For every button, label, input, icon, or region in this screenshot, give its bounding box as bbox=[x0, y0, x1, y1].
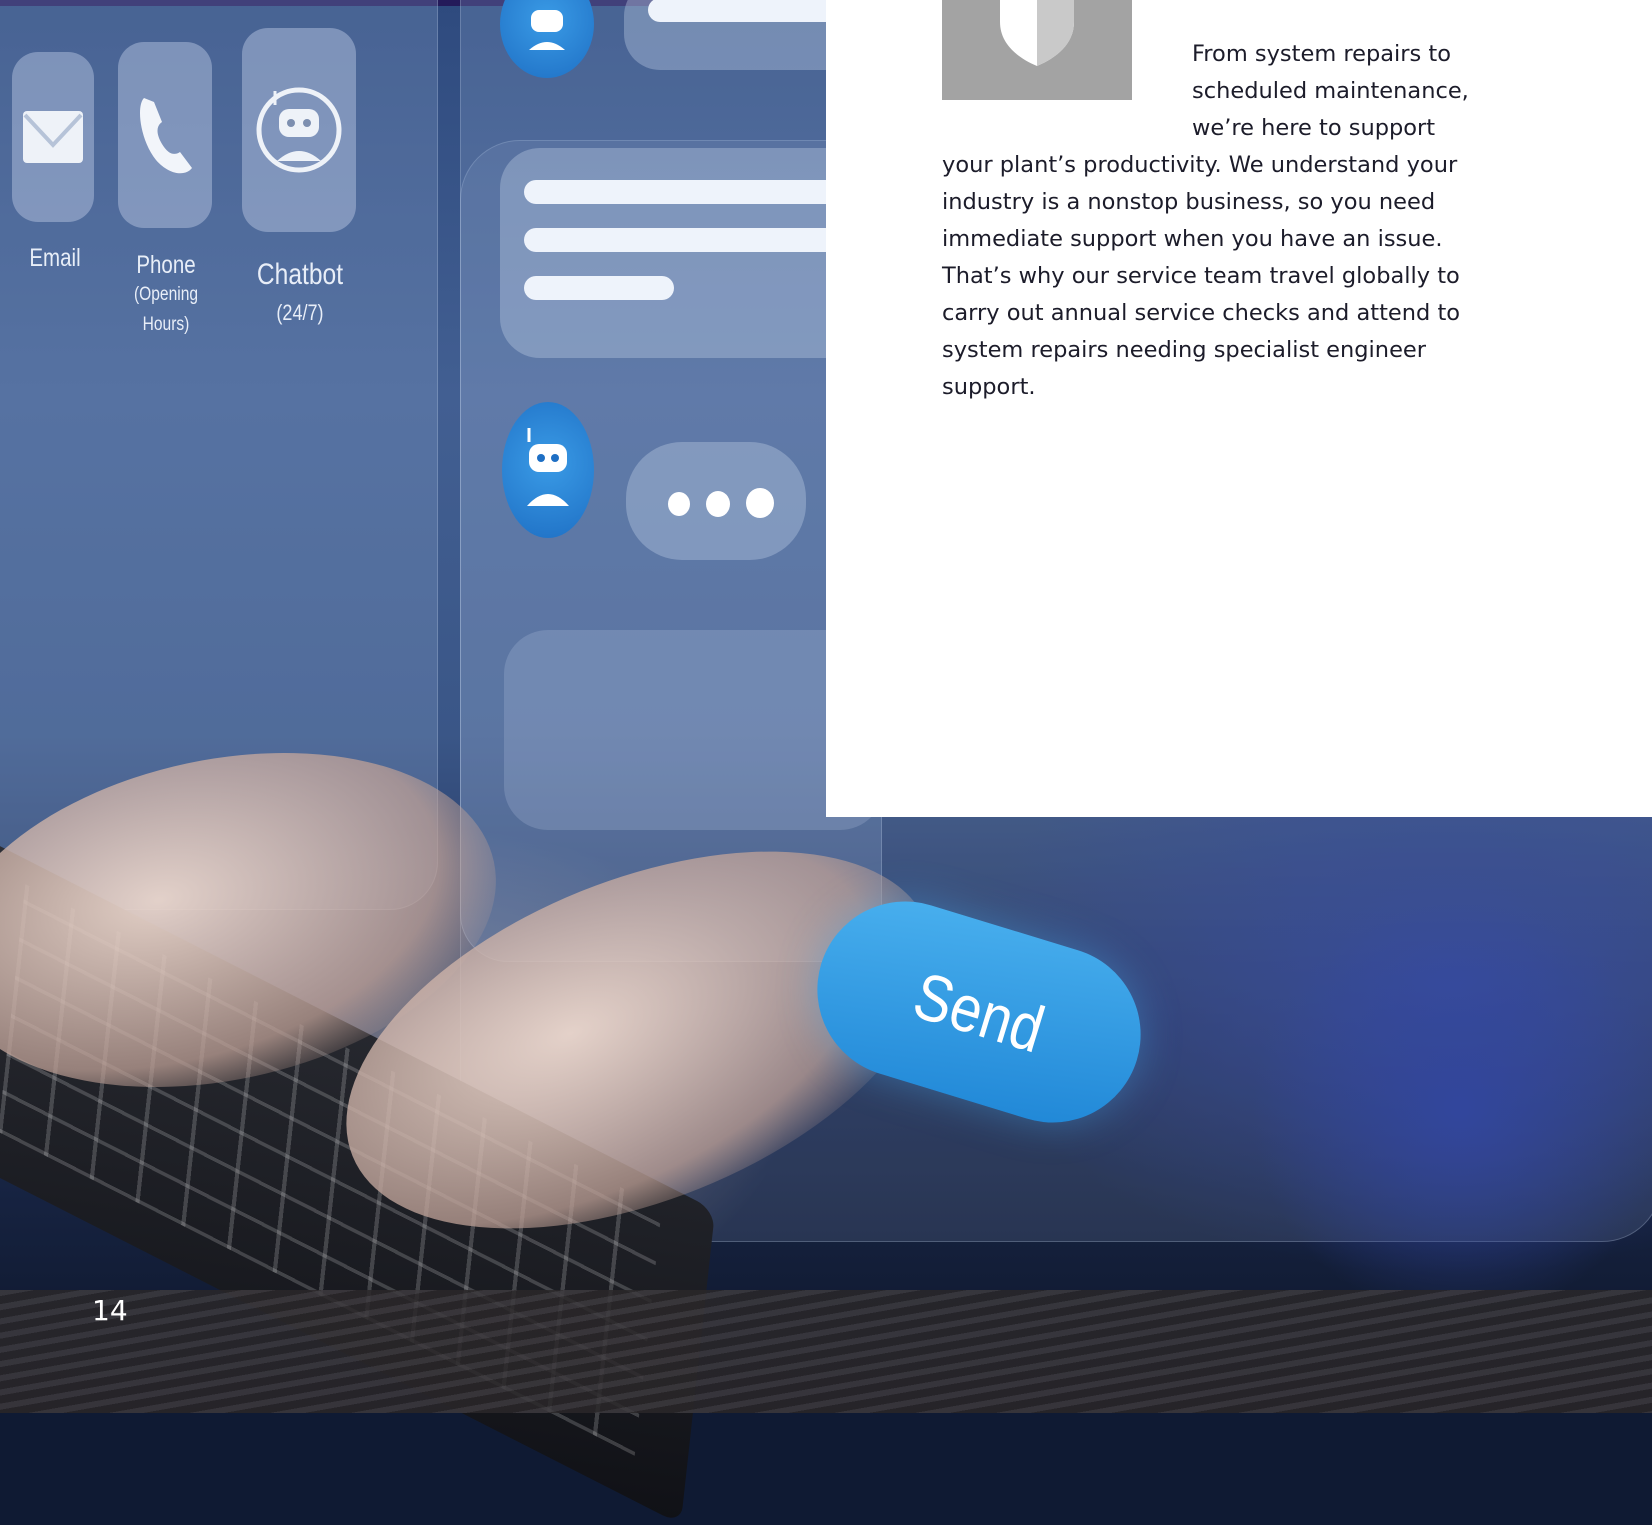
robot-icon bbox=[529, 10, 565, 50]
message-bubble bbox=[500, 148, 880, 358]
chatbot-sublabel: (24/7) bbox=[276, 300, 324, 325]
text-card: From system repairs to scheduled mainten… bbox=[826, 0, 1652, 817]
typing-dot bbox=[668, 492, 690, 516]
desk-surface bbox=[0, 1290, 1652, 1413]
message-line bbox=[524, 180, 864, 204]
phone-sublabel: (Opening Hours) bbox=[133, 284, 199, 335]
sleeve bbox=[1250, 900, 1652, 1320]
message-line bbox=[524, 276, 674, 300]
phone-tile[interactable] bbox=[118, 42, 212, 228]
typing-indicator bbox=[626, 442, 806, 560]
bot-avatar-mid bbox=[502, 402, 594, 538]
envelope-icon bbox=[23, 111, 83, 163]
robot-icon bbox=[256, 87, 342, 173]
page-number: 14 bbox=[92, 1294, 128, 1327]
email-tile[interactable] bbox=[12, 52, 94, 222]
chatbot-label-group: Chatbot (24/7) bbox=[249, 256, 351, 332]
message-line bbox=[648, 0, 848, 22]
robot-icon bbox=[527, 428, 569, 506]
body-paragraph: From system repairs to scheduled mainten… bbox=[942, 36, 1482, 406]
chatbot-label: Chatbot bbox=[256, 258, 344, 291]
typing-dot bbox=[746, 488, 774, 518]
message-line bbox=[524, 228, 864, 252]
icon-wrap-spacer bbox=[942, 36, 1192, 141]
phone-label-group: Phone (Opening Hours) bbox=[109, 250, 224, 340]
chatbot-tile[interactable] bbox=[242, 28, 356, 232]
typing-dot bbox=[706, 491, 730, 517]
phone-icon bbox=[140, 98, 192, 174]
phone-label: Phone bbox=[136, 251, 196, 279]
send-label: Send bbox=[905, 957, 1053, 1067]
email-label: Email bbox=[29, 244, 81, 272]
